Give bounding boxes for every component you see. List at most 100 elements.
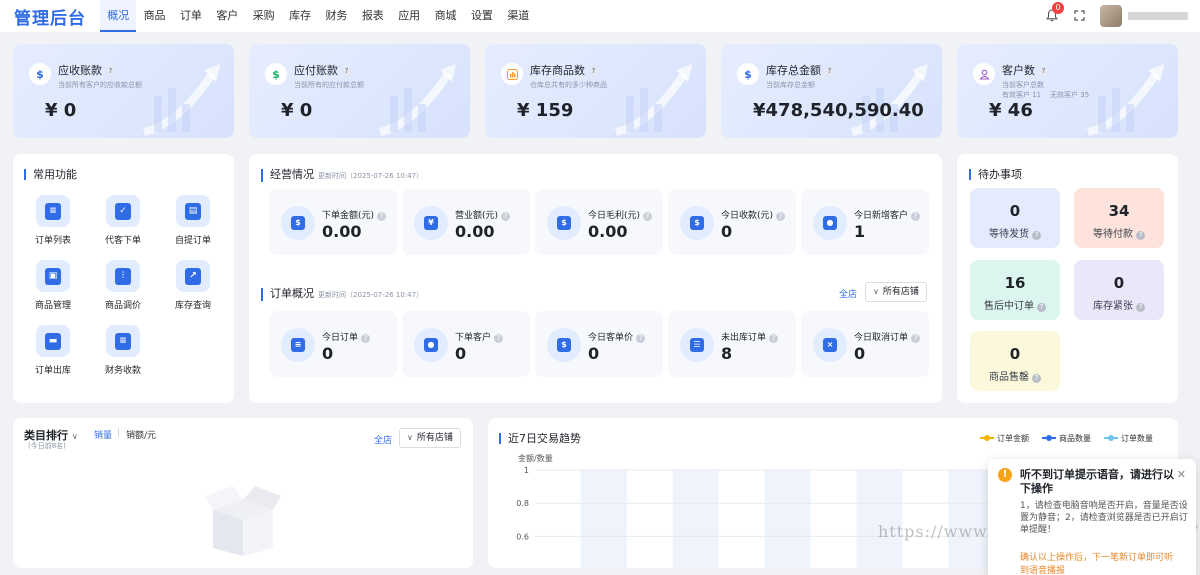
help-icon[interactable]: ? — [825, 67, 834, 76]
func-price-adjust[interactable]: ⫶ 商品调价 — [93, 260, 153, 311]
stat-card-receivables[interactable]: $ 应收账款? 当前所有客户的应收款总额 ¥ 0 — [13, 44, 234, 138]
help-icon[interactable]: ? — [1136, 231, 1145, 240]
stat-title: 库存商品数? — [530, 62, 598, 78]
help-icon[interactable]: ? — [494, 334, 504, 343]
todo-awaiting-payment[interactable]: 34 等待付款? — [1074, 188, 1164, 248]
username-redacted[interactable] — [1128, 12, 1188, 20]
todo-label: 等待发货? — [970, 225, 1060, 240]
metric-value: 0.00 — [322, 222, 362, 241]
metric-label: 今日毛利(元)? — [588, 208, 653, 221]
help-icon[interactable]: ? — [1037, 303, 1046, 312]
stat-desc: 当前库存总金额 — [766, 81, 815, 89]
help-icon[interactable]: ? — [776, 212, 786, 221]
func-order-outbound[interactable]: ▬ 订单出库 — [23, 325, 83, 376]
func-stock-query[interactable]: ↗ 库存查询 — [163, 260, 223, 311]
empty-box-icon — [205, 486, 281, 556]
outbound-icon: ▬ — [36, 325, 70, 357]
all-store-link[interactable]: 全店 — [839, 287, 857, 300]
all-store-link[interactable]: 全店 — [374, 433, 392, 446]
nav-inventory[interactable]: 库存 — [282, 0, 318, 32]
legend-order-count[interactable]: 订单数量 — [1104, 433, 1153, 444]
help-icon[interactable]: ? — [361, 334, 371, 343]
stat-card-payables[interactable]: $ 应付账款? 当前所有的应付款总额 ¥ 0 — [249, 44, 470, 138]
nav-apps[interactable]: 应用 — [391, 0, 427, 32]
func-proxy-order[interactable]: ✓ 代客下单 — [93, 195, 153, 246]
nav-reports[interactable]: 报表 — [355, 0, 391, 32]
help-icon[interactable]: ? — [636, 334, 646, 343]
metric-received: $ 今日收款(元)? 0 — [668, 189, 796, 255]
help-icon[interactable]: ? — [911, 334, 921, 343]
help-icon[interactable]: ? — [1039, 67, 1048, 76]
func-label: 订单列表 — [34, 236, 71, 246]
stat-card-stock-value[interactable]: $ 库存总金额? 当前库存总金额 ¥478,540,590.40 — [721, 44, 942, 138]
stat-card-stock-items[interactable]: 库存商品数? 仓库总共有的多少种商品 ¥ 159 — [485, 44, 706, 138]
func-goods-management[interactable]: ▣ 商品管理 — [23, 260, 83, 311]
help-icon[interactable]: ? — [1032, 231, 1041, 240]
user-avatar[interactable] — [1100, 5, 1122, 27]
stat-value: ¥ 159 — [517, 100, 574, 121]
stat-title: 库存总金额? — [766, 62, 834, 78]
checklist-icon: ☰ — [680, 328, 714, 362]
tab-sales-amount[interactable]: 销额/元 — [126, 428, 156, 441]
metric-label: 今日新增客户? — [854, 208, 921, 221]
metric-value: 0.00 — [588, 222, 628, 241]
help-icon[interactable]: ? — [377, 212, 387, 221]
help-icon[interactable]: ? — [643, 212, 653, 221]
notification-badge: 0 — [1052, 2, 1064, 14]
y-tick-label: 0.8 — [516, 499, 529, 508]
app-logo[interactable]: 管理后台 — [14, 4, 100, 29]
shop-select-value: 所有店铺 — [882, 287, 919, 297]
help-icon[interactable]: ? — [769, 334, 779, 343]
help-icon[interactable]: ? — [1032, 374, 1041, 383]
metric-ordering-customers: ● 下单客户? 0 — [402, 311, 530, 377]
help-icon[interactable]: ? — [501, 212, 511, 221]
chevron-down-icon: ∨ — [407, 433, 413, 442]
todo-awaiting-shipment[interactable]: 0 等待发货? — [970, 188, 1060, 248]
nav-goods[interactable]: 商品 — [136, 0, 172, 32]
chart-icon — [501, 63, 523, 85]
nav-customers[interactable]: 客户 — [209, 0, 245, 32]
help-icon[interactable]: ? — [106, 67, 115, 76]
legend-order-amount[interactable]: 订单金额 — [980, 433, 1029, 444]
todo-label: 商品售罄? — [970, 368, 1060, 383]
nav-orders[interactable]: 订单 — [173, 0, 209, 32]
close-icon[interactable]: ✕ — [1177, 468, 1186, 481]
nav-purchase[interactable]: 采购 — [246, 0, 282, 32]
stat-card-customers[interactable]: 客户数? 当前客户总数 有效客户 11 无效客户 35 ¥ 46 — [957, 44, 1178, 138]
metric-avg-order-price: $ 今日客单价? 0 — [535, 311, 663, 377]
bell-icon[interactable]: 0 — [1046, 2, 1064, 23]
func-finance-receive[interactable]: ≡ 财务收款 — [93, 325, 153, 376]
customer-breakdown: 有效客户 11 无效客户 35 — [1002, 91, 1090, 99]
help-icon[interactable]: ? — [342, 67, 351, 76]
chart-band — [718, 470, 765, 568]
nav-settings[interactable]: 设置 — [464, 0, 500, 32]
chart-band — [672, 470, 719, 568]
nav-finance[interactable]: 财务 — [318, 0, 354, 32]
panel-title: 订单概况 更新时间（2025-07-26 10:47） — [261, 288, 423, 301]
todo-value: 16 — [1004, 274, 1026, 292]
func-label: 订单出库 — [34, 366, 71, 376]
help-icon[interactable]: ? — [911, 212, 921, 221]
func-pickup-order[interactable]: ▤ 自提订单 — [163, 195, 223, 246]
chart-band — [902, 470, 949, 568]
fullscreen-icon[interactable] — [1074, 10, 1086, 22]
legend-goods-qty[interactable]: 商品数量 — [1042, 433, 1091, 444]
todo-after-sales[interactable]: 16 售后中订单? — [970, 260, 1060, 320]
stat-desc: 仓库总共有的多少种商品 — [530, 81, 607, 89]
todo-sold-out[interactable]: 0 商品售罄? — [970, 331, 1060, 391]
func-order-list[interactable]: ≡ 订单列表 — [23, 195, 83, 246]
help-icon[interactable]: ? — [1136, 303, 1145, 312]
shop-select-dropdown[interactable]: ∨ 所有店铺 — [865, 282, 927, 302]
nav-channels[interactable]: 渠道 — [500, 0, 536, 32]
user-icon: ● — [414, 328, 448, 362]
nav-overview[interactable]: 概况 — [100, 0, 137, 32]
tab-sales-qty[interactable]: 销量 — [94, 428, 112, 441]
nav-mall[interactable]: 商城 — [427, 0, 463, 32]
dollar-icon: $ — [265, 63, 287, 85]
shop-select-dropdown[interactable]: ∨ 所有店铺 — [399, 428, 461, 448]
todo-value: 0 — [1009, 345, 1021, 363]
help-icon[interactable]: ? — [589, 67, 598, 76]
todo-low-stock[interactable]: 0 库存紧张? — [1074, 260, 1164, 320]
metric-value: 0 — [588, 344, 600, 363]
func-label: 财务收款 — [104, 366, 141, 376]
